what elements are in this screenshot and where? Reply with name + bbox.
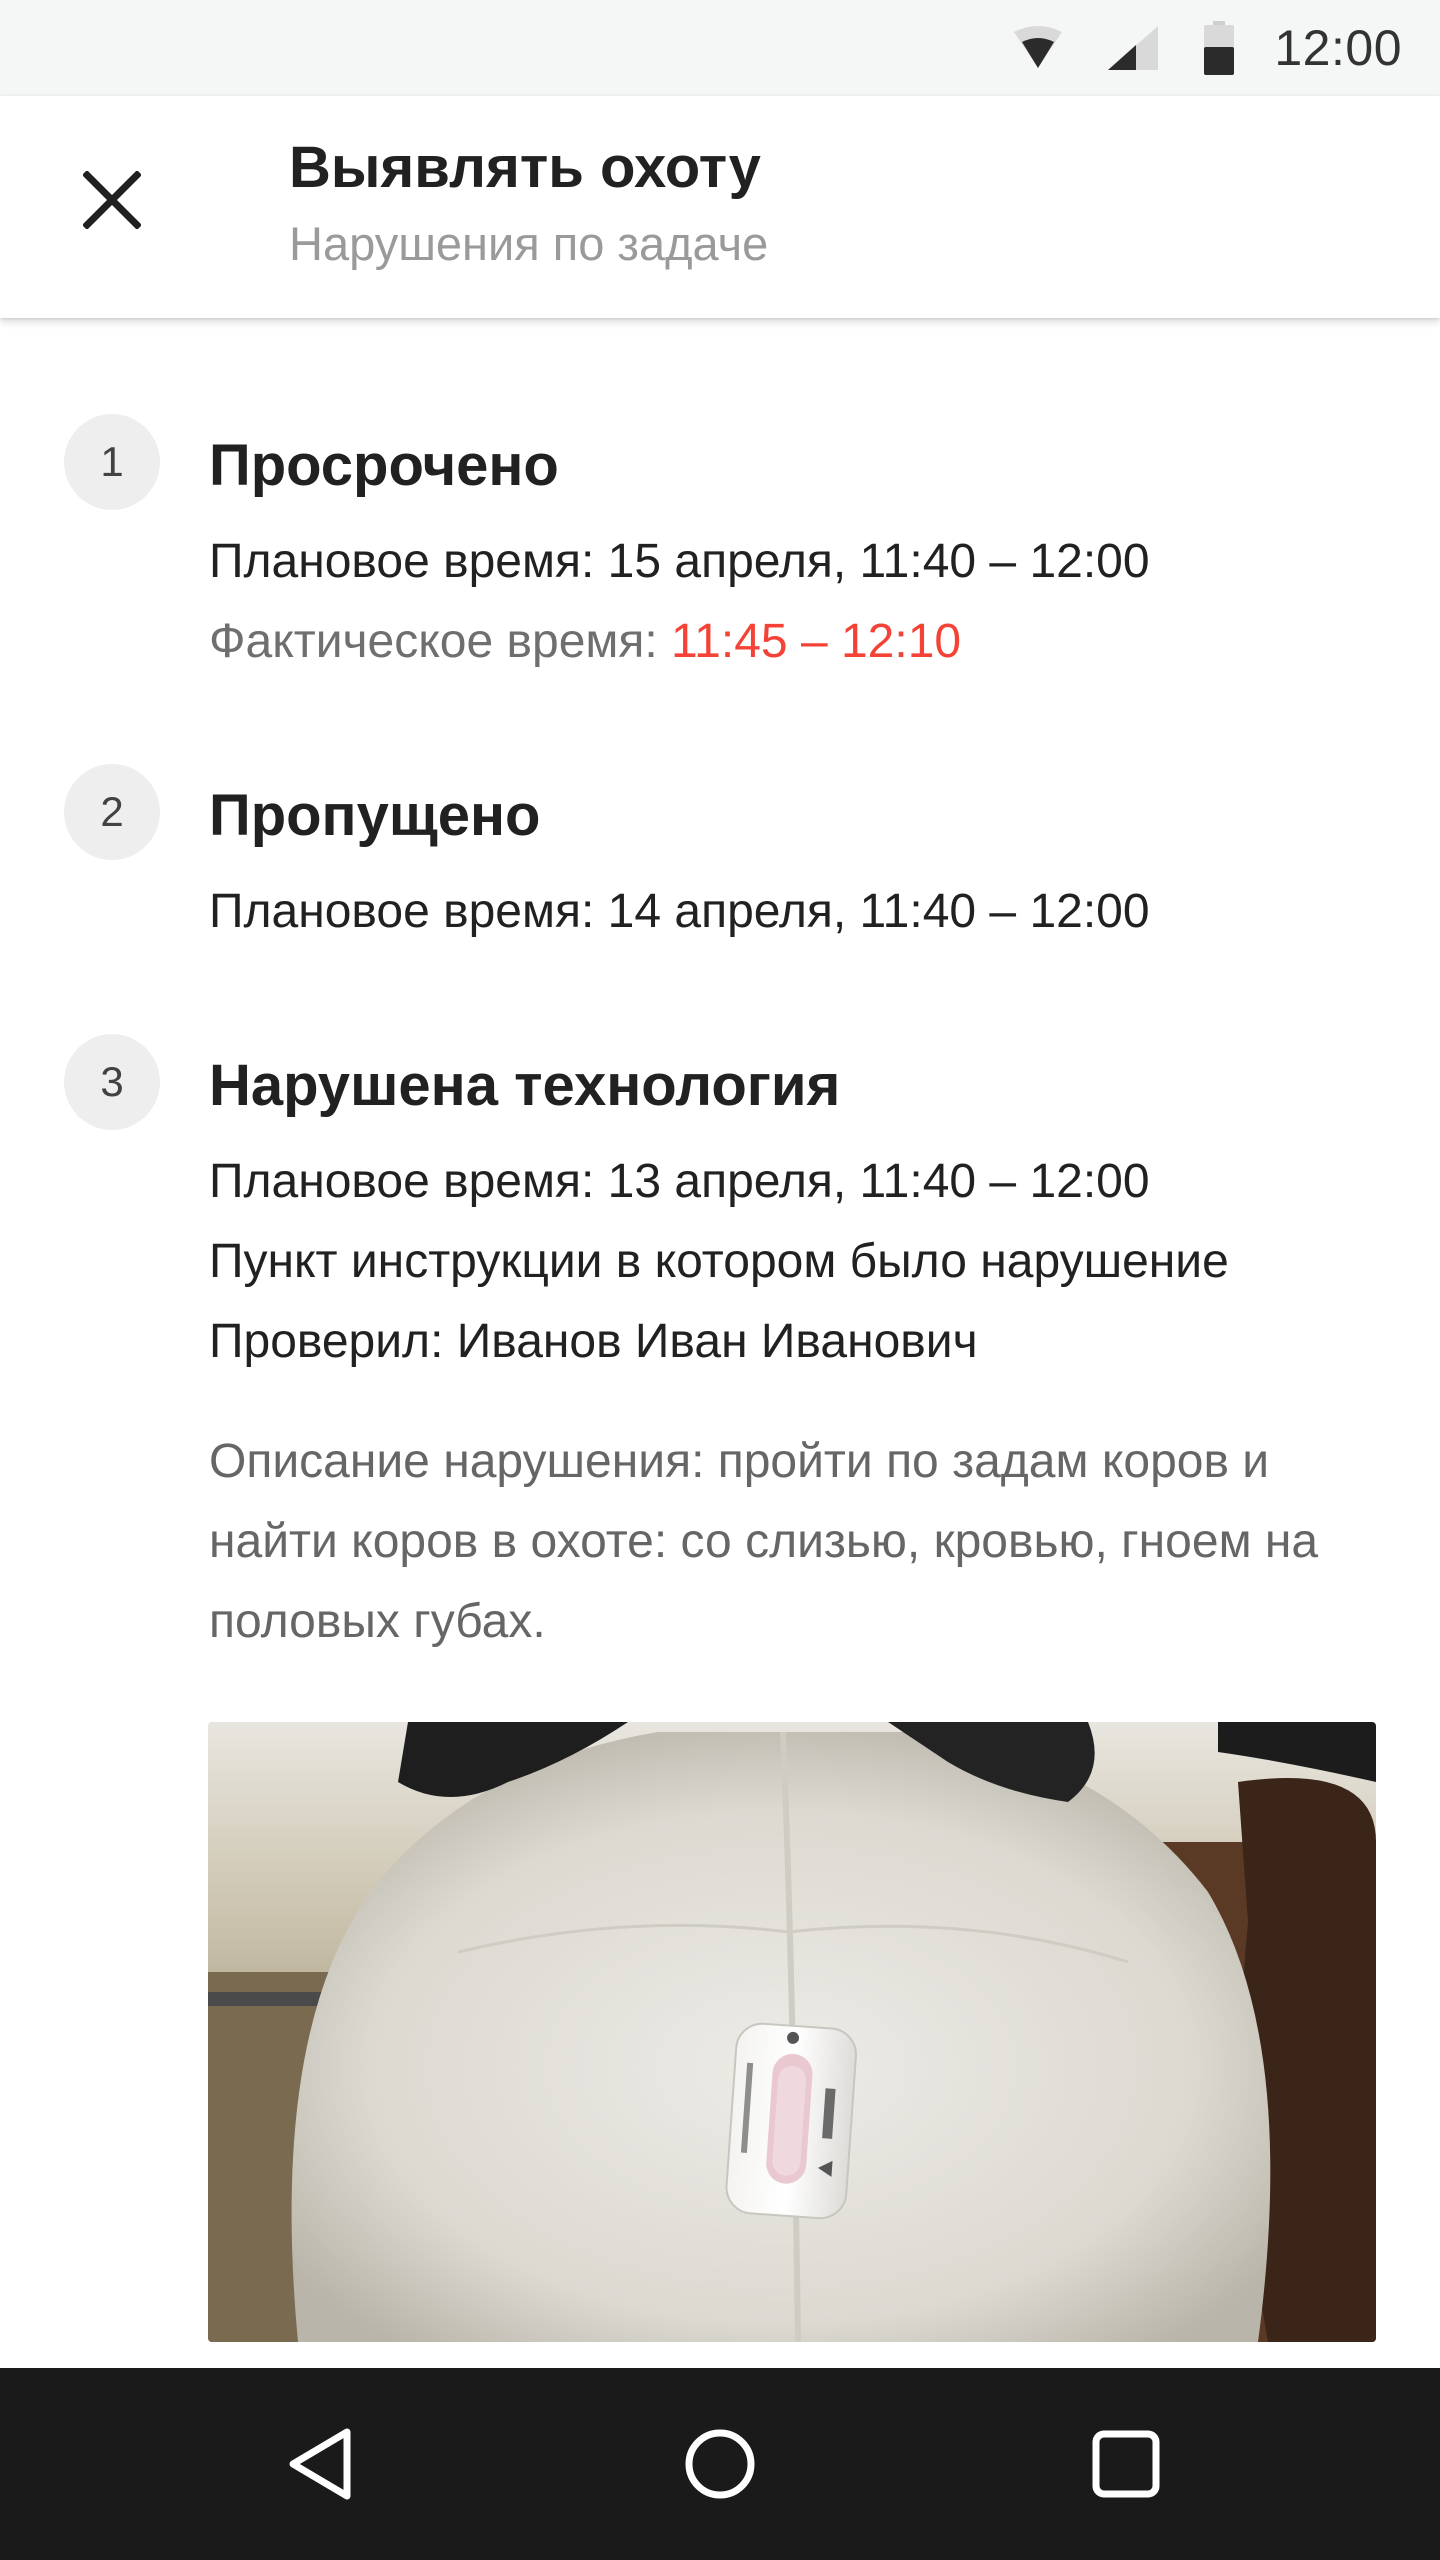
- status-clock: 12:00: [1274, 20, 1402, 76]
- item-title: Нарушена технология: [209, 1053, 841, 1118]
- app-bar: Выявлять охоту Нарушения по задаче: [0, 96, 1440, 318]
- actual-time: Фактическое время: 11:45 – 12:10: [209, 614, 961, 669]
- nav-back-button[interactable]: [268, 2412, 372, 2516]
- wifi-icon: [1014, 26, 1063, 68]
- item-number-badge: 2: [64, 764, 160, 860]
- battery-icon: [1204, 21, 1235, 75]
- nav-recents-button[interactable]: [1074, 2412, 1178, 2516]
- planned-time: Плановое время: 15 апреля, 11:40 – 12:00: [209, 535, 1150, 588]
- status-bar: 12:00: [0, 0, 1440, 96]
- item-number-badge: 3: [64, 1034, 160, 1130]
- nav-home-button[interactable]: [668, 2412, 772, 2516]
- violation-photo[interactable]: [208, 1722, 1376, 2342]
- cow-back-photo: [208, 1722, 1376, 2342]
- item-number-badge: 1: [64, 414, 160, 510]
- actual-time-value: 11:45 – 12:10: [671, 615, 962, 668]
- planned-time: Плановое время: 13 апреля, 11:40 – 12:00: [209, 1155, 1150, 1208]
- instruction-point: Пункт инструкции в котором было нарушени…: [209, 1235, 1229, 1288]
- planned-time: Плановое время: 14 апреля, 11:40 – 12:00: [209, 885, 1150, 938]
- violations-list: 1 Просрочено Плановое время: 15 апреля, …: [0, 318, 1440, 2368]
- page-subtitle: Нарушения по задаче: [289, 217, 769, 270]
- violation-description: Описание нарушения: пройти по задам коро…: [209, 1435, 1319, 1648]
- back-icon: [289, 2428, 351, 2500]
- checked-by: Проверил: Иванов Иван Иванович: [209, 1315, 978, 1368]
- recents-icon: [1092, 2430, 1160, 2498]
- item-title: Просрочено: [209, 433, 559, 498]
- actual-time-label: Фактическое время:: [209, 615, 672, 668]
- page-title: Выявлять охоту: [289, 135, 761, 200]
- status-icons: 12:00: [1014, 0, 1402, 96]
- close-button[interactable]: [60, 148, 164, 252]
- close-icon: [83, 171, 141, 229]
- system-nav-bar: [0, 2368, 1440, 2560]
- item-title: Пропущено: [209, 783, 541, 848]
- signal-icon: [1108, 26, 1159, 70]
- home-icon: [685, 2429, 755, 2499]
